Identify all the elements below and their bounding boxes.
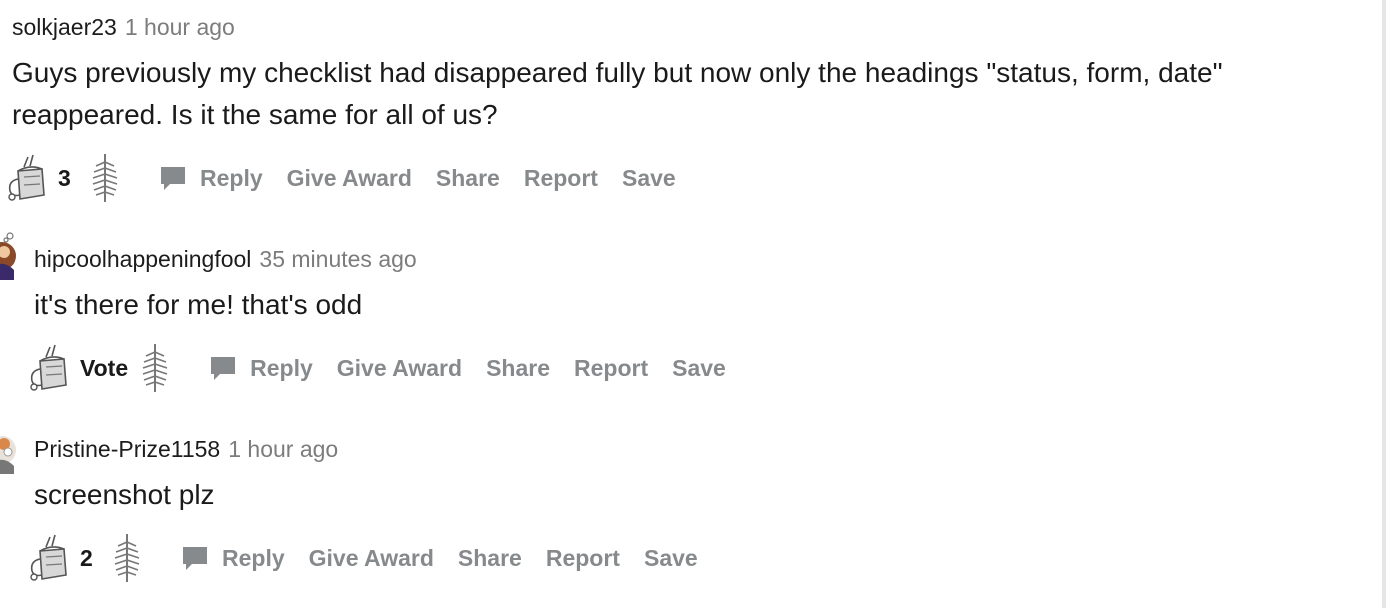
comment-body: Guys previously my checklist had disappe…	[12, 57, 1223, 130]
comment-meta: solkjaer23 1 hour ago	[12, 14, 235, 41]
save-button[interactable]: Save	[622, 165, 676, 192]
comment-timestamp[interactable]: 35 minutes ago	[259, 246, 416, 273]
report-button[interactable]: Report	[546, 545, 620, 572]
report-button[interactable]: Report	[574, 355, 648, 382]
comment-body: it's there for me! that's odd	[34, 289, 363, 320]
share-button[interactable]: Share	[458, 545, 522, 572]
share-button[interactable]: Share	[436, 165, 500, 192]
user-avatar-icon[interactable]	[0, 424, 30, 474]
comment-timestamp[interactable]: 1 hour ago	[228, 436, 338, 463]
upvote-kettle-icon[interactable]	[4, 151, 54, 205]
comment-timestamp[interactable]: 1 hour ago	[125, 14, 235, 41]
reply-button[interactable]: Reply	[250, 355, 313, 382]
give-award-button[interactable]: Give Award	[309, 545, 434, 572]
comment-meta: hipcoolhappeningfool 35 minutes ago	[34, 246, 417, 273]
comment-body: screenshot plz	[34, 479, 215, 510]
comment-actions: Vote Reply Give Award Share Report Save	[26, 340, 726, 396]
reply-button[interactable]: Reply	[222, 545, 285, 572]
comment-username[interactable]: solkjaer23	[12, 14, 117, 41]
save-button[interactable]: Save	[672, 355, 726, 382]
upvote-kettle-icon[interactable]	[26, 341, 76, 395]
save-button[interactable]: Save	[644, 545, 698, 572]
vote-count: 2	[80, 544, 93, 571]
comment-meta: Pristine-Prize1158 1 hour ago	[34, 436, 338, 463]
downvote-leaf-icon[interactable]	[88, 152, 122, 204]
comment-bubble-icon	[208, 353, 238, 383]
comment-bubble-icon	[158, 163, 188, 193]
comment-actions: 3 Reply Give Award Share Report Save	[4, 150, 676, 206]
downvote-leaf-icon[interactable]	[110, 532, 144, 584]
give-award-button[interactable]: Give Award	[287, 165, 412, 192]
user-avatar-icon[interactable]	[0, 230, 30, 280]
comment-username[interactable]: hipcoolhappeningfool	[34, 246, 251, 273]
share-button[interactable]: Share	[486, 355, 550, 382]
downvote-leaf-icon[interactable]	[138, 342, 172, 394]
vote-count: 3	[58, 164, 71, 191]
upvote-kettle-icon[interactable]	[26, 531, 76, 585]
vote-label: Vote	[80, 354, 129, 381]
give-award-button[interactable]: Give Award	[337, 355, 462, 382]
scrollbar-track[interactable]	[1382, 0, 1386, 608]
report-button[interactable]: Report	[524, 165, 598, 192]
comment-username[interactable]: Pristine-Prize1158	[34, 436, 220, 463]
reply-button[interactable]: Reply	[200, 165, 263, 192]
comment-bubble-icon	[180, 543, 210, 573]
comment-actions: 2 Reply Give Award Share Report Save	[26, 530, 698, 586]
